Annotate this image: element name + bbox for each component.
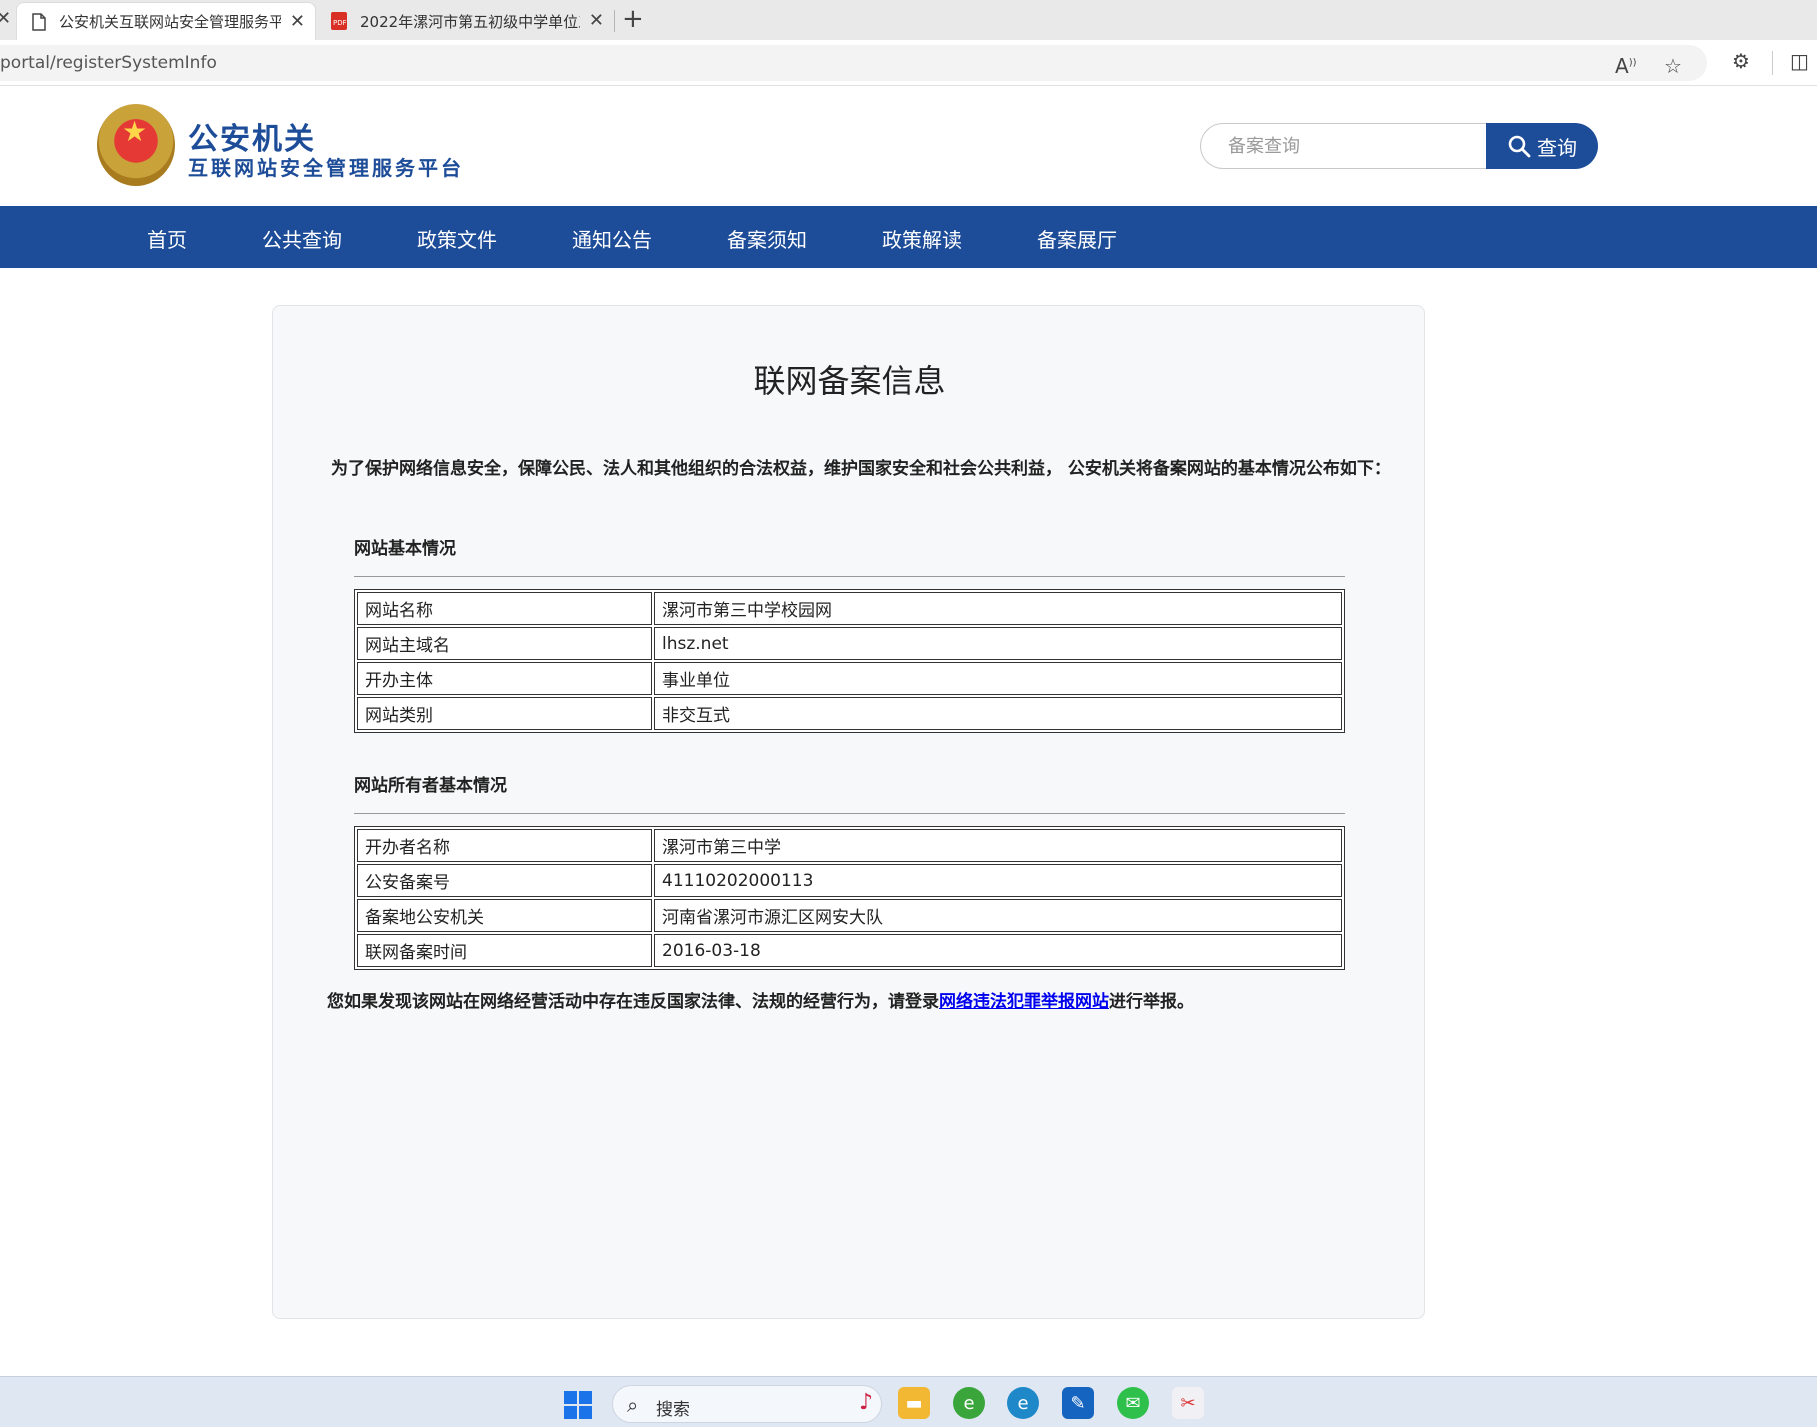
report-notice: 您如果发现该网站在网络经营活动中存在违反国家法律、法规的经营行为，请登录网络违法…	[327, 987, 1194, 1012]
nav-item-filing-hall[interactable]: 备案展厅	[1037, 224, 1117, 253]
ie-browser-icon[interactable]: e	[953, 1387, 985, 1419]
owner-info-table: 开办者名称 漯河市第三中学 公安备案号 41110202000113 备案地公安机关…	[354, 826, 1345, 970]
table-row: 公安备案号 41110202000113	[357, 864, 1342, 897]
file-explorer-icon[interactable]: ▬	[898, 1387, 930, 1419]
table-row: 备案地公安机关 河南省漯河市源汇区网安大队	[357, 899, 1342, 932]
table-key: 网站主域名	[357, 627, 652, 660]
table-key: 联网备案时间	[357, 934, 652, 967]
edge-browser-icon[interactable]: e	[1007, 1387, 1039, 1419]
basic-info-table: 网站名称 漯河市第三中学校园网 网站主域名 lhsz.net 开办主体 事业单位 网站…	[354, 589, 1345, 733]
table-key: 备案地公安机关	[357, 899, 652, 932]
report-link[interactable]: 网络违法犯罪举报网站	[939, 992, 1109, 1012]
tab-pdf[interactable]: PDF 2022年漯河市第五初级中学单位工作 ✕	[316, 2, 614, 40]
tab-label: 公安机关互联网站安全管理服务平台	[59, 13, 281, 31]
table-row: 开办者名称 漯河市第三中学	[357, 829, 1342, 862]
nav-item-filing-guide[interactable]: 备案须知	[727, 224, 807, 253]
search-highlight-icon: ♪	[858, 1390, 873, 1415]
favorite-star-icon[interactable]: ☆	[1664, 54, 1682, 78]
table-value: 41110202000113	[654, 864, 1342, 897]
snipping-tool-icon[interactable]: ✂	[1172, 1387, 1204, 1419]
table-value: 河南省漯河市源汇区网安大队	[654, 899, 1342, 932]
taskbar: ⌕ 搜索 ♪ ▬ e e ✎ ✉ ✂	[0, 1376, 1817, 1427]
close-icon[interactable]: ✕	[589, 10, 604, 31]
browser-tab-bar: ✕ 公安机关互联网站安全管理服务平台 ✕ PDF 2022年漯河市第五初级中学单…	[0, 0, 1817, 40]
police-emblem-icon: ★	[97, 104, 175, 186]
page-icon	[32, 12, 46, 31]
svg-text:PDF: PDF	[333, 19, 347, 27]
tab-separator	[614, 10, 615, 32]
table-key: 公安备案号	[357, 864, 652, 897]
logo-subtitle: 互联网站安全管理服务平台	[188, 156, 464, 180]
search-icon: ⌕	[627, 1393, 639, 1417]
table-value: 事业单位	[654, 662, 1342, 695]
app-icon[interactable]: ✎	[1062, 1387, 1094, 1419]
wechat-icon[interactable]: ✉	[1117, 1387, 1149, 1419]
table-value: 漯河市第三中学校园网	[654, 592, 1342, 625]
table-row: 网站名称 漯河市第三中学校园网	[357, 592, 1342, 625]
table-value: 漯河市第三中学	[654, 829, 1342, 862]
split-screen-icon[interactable]: ◫	[1790, 49, 1809, 73]
url-text: portal/registerSystemInfo	[0, 53, 217, 73]
divider	[354, 813, 1345, 814]
filing-info-card: 联网备案信息 为了保护网络信息安全，保障公民、法人和其他组织的合法权益，维护国家…	[272, 305, 1425, 1319]
table-value: lhsz.net	[654, 627, 1342, 660]
table-key: 开办主体	[357, 662, 652, 695]
table-row: 网站主域名 lhsz.net	[357, 627, 1342, 660]
nav-item-notices[interactable]: 通知公告	[572, 224, 652, 253]
nav-item-home[interactable]: 首页	[147, 224, 187, 253]
new-tab-button[interactable]: +	[622, 4, 644, 34]
divider	[354, 576, 1345, 577]
taskbar-search[interactable]: ⌕ 搜索 ♪	[612, 1385, 882, 1423]
read-aloud-icon[interactable]: A))	[1615, 54, 1637, 78]
nav-item-policy-files[interactable]: 政策文件	[417, 224, 497, 253]
windows-start-icon[interactable]	[563, 1390, 593, 1420]
site-header: ★ 公安机关 互联网站安全管理服务平台 查询	[0, 86, 1817, 206]
table-row: 网站类别 非交互式	[357, 697, 1342, 730]
section-heading-owner: 网站所有者基本情况	[354, 776, 507, 796]
search-icon	[1508, 135, 1531, 158]
close-icon[interactable]: ✕	[290, 11, 305, 32]
toolbar-separator	[1772, 51, 1773, 75]
nav-item-policy-interpretation[interactable]: 政策解读	[882, 224, 962, 253]
table-value: 非交互式	[654, 697, 1342, 730]
table-key: 开办者名称	[357, 829, 652, 862]
search-button-label: 查询	[1537, 135, 1577, 160]
table-value: 2016-03-18	[654, 934, 1342, 967]
close-icon[interactable]: ✕	[0, 8, 11, 29]
intro-text: 为了保护网络信息安全，保障公民、法人和其他组织的合法权益，维护国家安全和社会公共…	[331, 459, 1391, 479]
table-row: 联网备案时间 2016-03-18	[357, 934, 1342, 967]
pdf-icon: PDF	[331, 12, 347, 30]
tab-active[interactable]: 公安机关互联网站安全管理服务平台 ✕	[16, 2, 316, 40]
report-suffix: 进行举报。	[1109, 992, 1194, 1012]
table-row: 开办主体 事业单位	[357, 662, 1342, 695]
address-bar: portal/registerSystemInfo A)) ☆ ⚙ ◫	[0, 40, 1817, 86]
search-button[interactable]: 查询	[1486, 123, 1598, 169]
search-input[interactable]	[1200, 123, 1492, 169]
nav-item-public-query[interactable]: 公共查询	[262, 224, 342, 253]
tab-label: 2022年漯河市第五初级中学单位工作	[360, 12, 580, 31]
url-field[interactable]: portal/registerSystemInfo A)) ☆	[0, 45, 1707, 81]
table-key: 网站类别	[357, 697, 652, 730]
main-nav: 首页 公共查询 政策文件 通知公告 备案须知 政策解读 备案展厅	[0, 206, 1817, 268]
table-key: 网站名称	[357, 592, 652, 625]
extensions-icon[interactable]: ⚙	[1732, 49, 1750, 73]
taskbar-search-label: 搜索	[656, 1400, 690, 1420]
page-title: 联网备案信息	[753, 362, 946, 400]
search-box: 查询	[1200, 123, 1598, 169]
section-heading-basic: 网站基本情况	[354, 539, 456, 559]
report-prefix: 您如果发现该网站在网络经营活动中存在违反国家法律、法规的经营行为，请登录	[327, 992, 939, 1012]
